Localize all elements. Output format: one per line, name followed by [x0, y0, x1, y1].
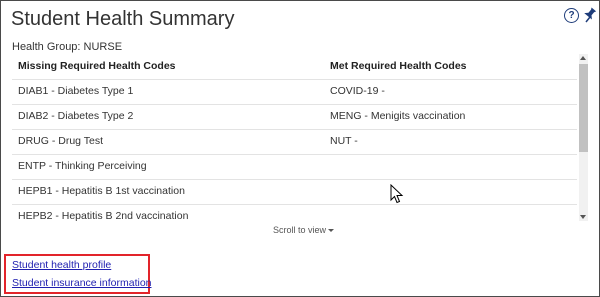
student-health-profile-link[interactable]: Student health profile: [12, 259, 111, 271]
met-code-cell: COVID-19 -: [330, 85, 385, 97]
help-icon[interactable]: ?: [564, 8, 579, 23]
missing-code-cell: DRUG - Drug Test: [18, 135, 103, 147]
table-scrollbar[interactable]: [579, 54, 588, 221]
column-header-met: Met Required Health Codes: [330, 60, 467, 72]
scroll-down-arrow-icon[interactable]: [580, 215, 586, 219]
table-header-row: Missing Required Health Codes Met Requir…: [12, 54, 577, 80]
table-row: DIAB2 - Diabetes Type 2 MENG - Menigits …: [12, 104, 577, 130]
missing-code-cell: DIAB2 - Diabetes Type 2: [18, 110, 134, 122]
scroll-hint-label: Scroll to view: [273, 225, 327, 235]
met-code-cell: NUT -: [330, 135, 358, 147]
missing-code-cell: ENTP - Thinking Perceiving: [18, 160, 147, 172]
column-header-missing: Missing Required Health Codes: [18, 60, 176, 72]
met-code-cell: MENG - Menigits vaccination: [330, 110, 466, 122]
student-health-summary-panel: Student Health Summary ? Health Group: N…: [0, 0, 600, 297]
table-row: HEPB2 - Hepatitis B 2nd vaccination: [12, 204, 577, 221]
pushpin-icon[interactable]: [583, 7, 597, 23]
scrollbar-thumb[interactable]: [579, 64, 588, 152]
missing-code-cell: HEPB1 - Hepatitis B 1st vaccination: [18, 185, 185, 197]
student-insurance-information-link[interactable]: Student insurance information: [12, 277, 152, 289]
table-row: HEPB1 - Hepatitis B 1st vaccination: [12, 179, 577, 205]
table-row: DIAB1 - Diabetes Type 1 COVID-19 -: [12, 79, 577, 105]
table-row: DRUG - Drug Test NUT -: [12, 129, 577, 155]
mouse-pointer-icon: [390, 184, 404, 204]
table-row: ENTP - Thinking Perceiving: [12, 154, 577, 180]
panel-title: Student Health Summary: [11, 8, 235, 30]
scroll-to-view-hint[interactable]: Scroll to view: [273, 225, 335, 235]
health-codes-table: Missing Required Health Codes Met Requir…: [12, 54, 588, 221]
missing-code-cell: DIAB1 - Diabetes Type 1: [18, 85, 134, 97]
scroll-up-arrow-icon[interactable]: [580, 56, 586, 60]
caret-down-icon: [328, 229, 335, 233]
health-group-label: Health Group: NURSE: [12, 41, 123, 53]
missing-code-cell: HEPB2 - Hepatitis B 2nd vaccination: [18, 210, 189, 221]
